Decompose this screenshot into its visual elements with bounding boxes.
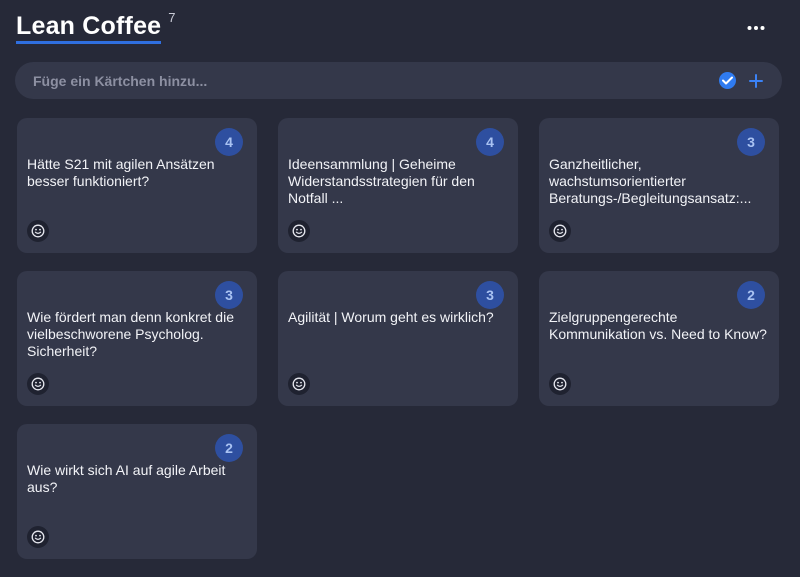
reaction-button[interactable] bbox=[549, 373, 571, 395]
reaction-button[interactable] bbox=[549, 220, 571, 242]
card-text: Wie fördert man denn konkret die vielbes… bbox=[27, 309, 234, 359]
check-icon bbox=[722, 76, 733, 85]
reaction-button[interactable] bbox=[27, 220, 49, 242]
vote-count-badge[interactable]: 3 bbox=[737, 128, 765, 156]
card-text: Ganzheitlicher, wachstumsorientierter Be… bbox=[549, 156, 752, 206]
smiley-icon bbox=[553, 377, 567, 391]
vote-count-badge[interactable]: 4 bbox=[476, 128, 504, 156]
board-title[interactable]: Lean Coffee bbox=[16, 12, 162, 44]
add-card-input[interactable] bbox=[31, 71, 719, 90]
plus-icon bbox=[749, 73, 763, 88]
reaction-button[interactable] bbox=[288, 220, 310, 242]
smiley-icon bbox=[31, 530, 45, 544]
topic-card[interactable]: 3 Wie fördert man denn konkret die vielb… bbox=[17, 271, 257, 406]
topic-card[interactable]: 3 Ganzheitlicher, wachstumsorientierter … bbox=[539, 118, 779, 253]
vote-count-badge[interactable]: 3 bbox=[476, 281, 504, 309]
more-horizontal-icon bbox=[747, 26, 765, 30]
confirm-button[interactable] bbox=[719, 72, 736, 89]
reaction-button[interactable] bbox=[288, 373, 310, 395]
card-text: Ideensammlung | Geheime Widerstandsstrat… bbox=[288, 156, 475, 206]
more-options-button[interactable] bbox=[744, 16, 768, 40]
topic-card[interactable]: 2 Wie wirkt sich AI auf agile Arbeit aus… bbox=[17, 424, 257, 559]
topic-card[interactable]: 4 Hätte S21 mit agilen Ansätzen besser f… bbox=[17, 118, 257, 253]
smiley-icon bbox=[292, 377, 306, 391]
card-text: Agilität | Worum geht es wirklich? bbox=[288, 309, 494, 325]
card-count: 7 bbox=[168, 10, 176, 25]
card-grid: 4 Hätte S21 mit agilen Ansätzen besser f… bbox=[17, 118, 779, 559]
add-card-button[interactable] bbox=[746, 71, 766, 91]
board-header: Lean Coffee 7 bbox=[16, 8, 784, 48]
reaction-button[interactable] bbox=[27, 373, 49, 395]
card-text: Zielgruppengerechte Kommunikation vs. Ne… bbox=[549, 309, 767, 342]
topic-card[interactable]: 3 Agilität | Worum geht es wirklich? bbox=[278, 271, 518, 406]
card-text: Wie wirkt sich AI auf agile Arbeit aus? bbox=[27, 462, 226, 495]
title-group: Lean Coffee 7 bbox=[16, 10, 176, 44]
smiley-icon bbox=[31, 377, 45, 391]
smiley-icon bbox=[553, 224, 567, 238]
card-text: Hätte S21 mit agilen Ansätzen besser fun… bbox=[27, 156, 215, 189]
reaction-button[interactable] bbox=[27, 526, 49, 548]
vote-count-badge[interactable]: 2 bbox=[737, 281, 765, 309]
add-card-bar bbox=[15, 62, 782, 99]
topic-card[interactable]: 2 Zielgruppengerechte Kommunikation vs. … bbox=[539, 271, 779, 406]
lean-coffee-board: Lean Coffee 7 4 Hätte S21 mit agilen Ans… bbox=[0, 0, 800, 577]
smiley-icon bbox=[292, 224, 306, 238]
vote-count-badge[interactable]: 3 bbox=[215, 281, 243, 309]
smiley-icon bbox=[31, 224, 45, 238]
vote-count-badge[interactable]: 2 bbox=[215, 434, 243, 462]
vote-count-badge[interactable]: 4 bbox=[215, 128, 243, 156]
topic-card[interactable]: 4 Ideensammlung | Geheime Widerstandsstr… bbox=[278, 118, 518, 253]
